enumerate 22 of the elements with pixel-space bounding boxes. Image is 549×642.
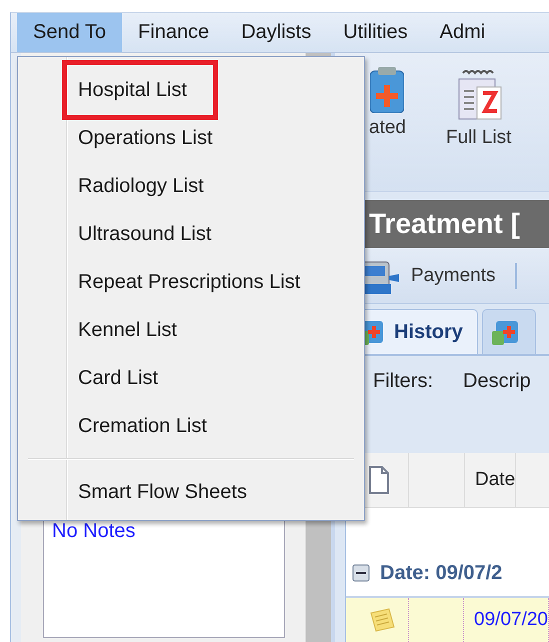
filters-label: Filters: xyxy=(373,370,433,393)
clipboard-cross-icon xyxy=(370,67,404,113)
menu-item[interactable]: Hospital List xyxy=(62,60,218,120)
filter-label: Descrip xyxy=(463,370,531,393)
document-icon xyxy=(368,466,390,494)
toolbar-button[interactable]: ated xyxy=(369,67,406,139)
menu-item[interactable]: Card List xyxy=(18,354,364,402)
menu-item[interactable]: Smart Flow Sheets xyxy=(18,468,364,516)
note-icon xyxy=(368,607,396,634)
menu-bar-item[interactable]: Daylists xyxy=(225,13,328,52)
group-header: Date: 09/07/2 xyxy=(380,562,502,585)
menu-bar-item[interactable]: Finance xyxy=(122,13,226,52)
collapse-icon[interactable] xyxy=(352,564,370,582)
menu-bar-item[interactable]: Admi xyxy=(424,13,502,52)
menu-bar-item[interactable]: Send To xyxy=(17,13,122,52)
menu-item[interactable]: Cremation List xyxy=(18,402,364,450)
menu-bar-item[interactable]: Utilities xyxy=(327,13,424,52)
date-link[interactable]: 09/07/20 xyxy=(474,609,548,632)
menu-item[interactable]: Repeat Prescriptions List xyxy=(18,258,364,306)
column-header: Date xyxy=(465,453,516,508)
tab[interactable] xyxy=(482,309,536,354)
toolbar-button[interactable]: Full List xyxy=(446,67,512,149)
